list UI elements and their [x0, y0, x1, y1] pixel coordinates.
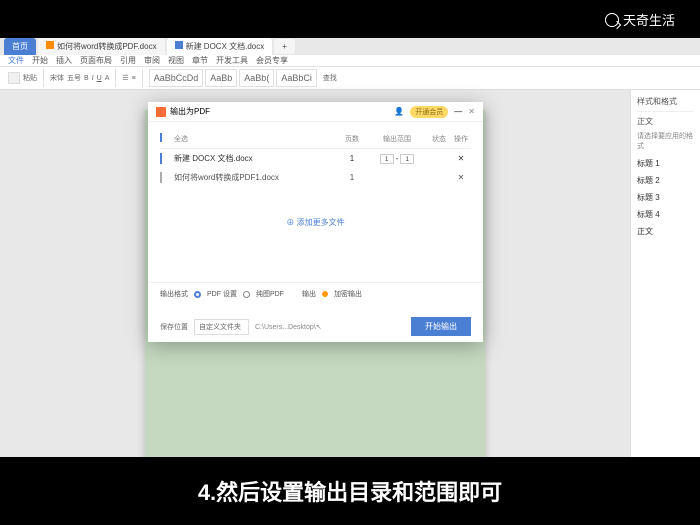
- menu-file[interactable]: 文件: [8, 55, 24, 66]
- tab-home[interactable]: 首页: [4, 38, 36, 55]
- font-select[interactable]: 宋体: [50, 73, 64, 83]
- menu-item[interactable]: 引用: [120, 55, 136, 66]
- imagepdf-option-label: 纯图PDF: [256, 289, 284, 299]
- normal-option[interactable]: 正文: [637, 223, 694, 240]
- dialog-title-text: 输出为PDF: [170, 106, 210, 117]
- menu-item[interactable]: 章节: [192, 55, 208, 66]
- tutorial-caption: 4.然后设置输出目录和范围即可: [198, 475, 502, 507]
- col-status-label: 状态: [427, 134, 451, 144]
- menu-item[interactable]: 页面布局: [80, 55, 112, 66]
- paste-button[interactable]: [8, 72, 20, 84]
- export-pdf-dialog: 输出为PDF 👤 开通会员 — ✕ 全选 页数 输出范围 状态 操作 新建 DO…: [148, 102, 483, 342]
- cursor-icon: ↖: [316, 324, 322, 331]
- menu-item[interactable]: 开发工具: [216, 55, 248, 66]
- col-action-label: 操作: [451, 134, 471, 144]
- minimize-button[interactable]: —: [454, 107, 462, 116]
- file-pages: 1: [337, 154, 367, 163]
- add-file-link[interactable]: ⊕ 添加更多文件: [160, 217, 471, 228]
- styles-panel: 样式和格式 正文 请选择要应用的格式 标题 1 标题 2 标题 3 标题 4 正…: [630, 90, 700, 510]
- document-tabbar: 首页 如何将word转换成PDF.docx 新建 DOCX 文档.docx +: [0, 38, 700, 55]
- file-checkbox[interactable]: [160, 153, 162, 164]
- pdf-icon: [46, 41, 54, 49]
- save-location-label: 保存位置: [160, 322, 188, 332]
- heading-option[interactable]: 标题 1: [637, 155, 694, 172]
- file-list-header: 全选 页数 输出范围 状态 操作: [160, 130, 471, 149]
- panel-hint: 请选择要应用的格式: [637, 131, 694, 151]
- underline-button[interactable]: U: [97, 75, 102, 82]
- size-select[interactable]: 五号: [67, 73, 81, 83]
- file-row[interactable]: 如何将word转换成PDF1.docx 1 ✕: [160, 168, 471, 187]
- user-avatar[interactable]: 👤: [394, 107, 404, 116]
- tab-doc1[interactable]: 如何将word转换成PDF.docx: [38, 38, 165, 55]
- save-mode-select[interactable]: 自定义文件夹: [194, 319, 249, 335]
- vip-badge[interactable]: 开通会员: [410, 106, 448, 118]
- paste-label: 粘贴: [23, 73, 37, 83]
- save-path-display[interactable]: C:\Users...Desktop\↖: [255, 323, 405, 331]
- export-button[interactable]: 开始输出: [411, 317, 471, 336]
- align-button[interactable]: ≡: [132, 75, 136, 82]
- remove-file-button[interactable]: ✕: [451, 173, 471, 182]
- list-button[interactable]: ☰: [122, 74, 128, 82]
- brand-watermark: 天奇生活: [605, 10, 675, 29]
- file-name: 如何将word转换成PDF1.docx: [174, 172, 337, 183]
- style-h3[interactable]: AaBbCi: [276, 69, 317, 87]
- vip-dot-icon: [322, 291, 328, 297]
- file-pages: 1: [337, 173, 367, 182]
- pdf-icon: [156, 107, 166, 117]
- style-h2[interactable]: AaBb(: [239, 69, 274, 87]
- heading-option[interactable]: 标题 4: [637, 206, 694, 223]
- col-range-label: 输出范围: [367, 134, 427, 144]
- ribbon-toolbar: 粘贴 宋体 五号 B I U A ☰ ≡ AaBbCcDd AaBb AaBb(…: [0, 67, 700, 90]
- close-button[interactable]: ✕: [468, 107, 475, 116]
- heading-option[interactable]: 标题 2: [637, 172, 694, 189]
- current-style: 正文: [637, 116, 694, 127]
- menu-item[interactable]: 会员专享: [256, 55, 288, 66]
- menu-item[interactable]: 开始: [32, 55, 48, 66]
- col-pages-label: 页数: [337, 134, 367, 144]
- bold-button[interactable]: B: [84, 75, 89, 82]
- style-h1[interactable]: AaBb: [205, 69, 237, 87]
- page-range-input[interactable]: 1-1: [367, 154, 427, 164]
- menubar: 文件 开始 插入 页面布局 引用 审阅 视图 章节 开发工具 会员专享: [0, 55, 700, 67]
- brand-text: 天奇生活: [623, 10, 675, 29]
- tab-add[interactable]: +: [274, 39, 295, 54]
- dialog-titlebar: 输出为PDF 👤 开通会员 — ✕: [148, 102, 483, 122]
- style-gallery[interactable]: AaBbCcDd AaBb AaBb( AaBbCi: [149, 69, 317, 87]
- output-opt-label: 输出: [302, 289, 316, 299]
- file-row[interactable]: 新建 DOCX 文档.docx 1 1-1 ✕: [160, 149, 471, 168]
- italic-button[interactable]: I: [92, 75, 94, 82]
- dialog-body: 全选 页数 输出范围 状态 操作 新建 DOCX 文档.docx 1 1-1 ✕…: [148, 122, 483, 282]
- magnifier-icon: [605, 13, 619, 27]
- col-name-label: 全选: [174, 136, 188, 143]
- remove-file-button[interactable]: ✕: [451, 154, 471, 163]
- heading-option[interactable]: 标题 3: [637, 189, 694, 206]
- encrypt-option[interactable]: 加密输出: [334, 289, 362, 299]
- panel-title: 样式和格式: [637, 96, 694, 112]
- font-more[interactable]: A: [105, 75, 110, 82]
- dialog-footer: 保存位置 自定义文件夹 C:\Users...Desktop\↖ 开始输出: [148, 311, 483, 342]
- tab-doc2[interactable]: 新建 DOCX 文档.docx: [167, 38, 273, 55]
- pdf-option-label: PDF 设置: [207, 289, 237, 299]
- word-icon: [175, 41, 183, 49]
- output-format-label: 输出格式: [160, 289, 188, 299]
- image-pdf-radio[interactable]: [243, 291, 250, 298]
- select-all-checkbox[interactable]: [160, 133, 162, 142]
- menu-item[interactable]: 视图: [168, 55, 184, 66]
- find-button[interactable]: 查找: [323, 73, 337, 83]
- file-checkbox[interactable]: [160, 172, 162, 183]
- pdf-radio[interactable]: [194, 291, 201, 298]
- dialog-options: 输出格式 PDF 设置 纯图PDF 输出 加密输出: [148, 282, 483, 311]
- style-normal[interactable]: AaBbCcDd: [149, 69, 204, 87]
- menu-item[interactable]: 插入: [56, 55, 72, 66]
- file-name: 新建 DOCX 文档.docx: [174, 153, 337, 164]
- menu-item[interactable]: 审阅: [144, 55, 160, 66]
